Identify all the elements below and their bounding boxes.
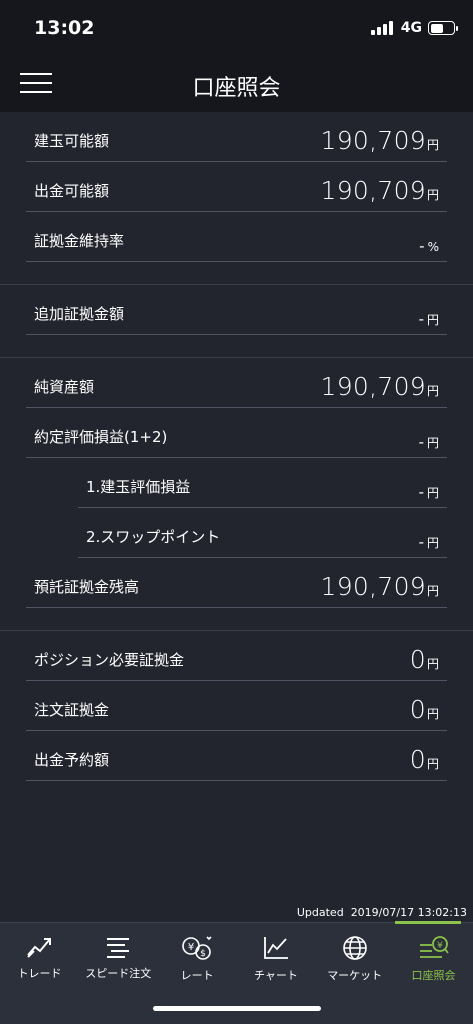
data-row: 建玉可能額 190,709 円: [26, 112, 447, 162]
account-icon: ¥: [418, 936, 450, 965]
home-indicator: [153, 1006, 321, 1011]
value-number: 0: [409, 645, 426, 674]
value-unit: 円: [426, 707, 439, 721]
value-unit: %: [427, 240, 439, 254]
data-row: 出金可能額 190,709 円: [26, 162, 447, 212]
tab-market[interactable]: マーケット: [315, 923, 394, 993]
data-row: 預託証拠金残高 190,709 円: [26, 558, 447, 608]
row-value: 190,709 円: [321, 372, 440, 401]
value-unit: 円: [426, 138, 439, 152]
tab-rate[interactable]: ¥ $ レート: [158, 923, 237, 993]
section: 建玉可能額 190,709 円出金可能額 190,709 円証拠金維持率 -%: [0, 112, 473, 284]
row-label: 1.建玉評価損益: [86, 478, 191, 496]
row-label: 約定評価損益(1+2): [34, 428, 168, 446]
row-label: ポジション必要証拠金: [34, 651, 185, 669]
section: 追加証拠金額 - 円: [0, 285, 473, 357]
signal-icon: [370, 21, 395, 35]
rate-icon: ¥ $: [181, 936, 213, 965]
row-label: 2.スワップポイント: [86, 528, 221, 546]
row-value: -%: [419, 237, 439, 255]
svg-text:¥: ¥: [437, 941, 443, 951]
status-bar: 13:02 4G: [0, 0, 473, 56]
value-unit: 円: [426, 757, 439, 771]
nav-bar: 口座照会: [0, 56, 473, 112]
tab-chart[interactable]: チャート: [236, 923, 315, 993]
row-label: 預託証拠金残高: [34, 578, 140, 596]
row-value: 190,709 円: [321, 126, 440, 155]
data-row: 約定評価損益(1+2) - 円: [26, 408, 447, 458]
row-label: 証拠金維持率: [34, 232, 125, 250]
row-value: 0円: [410, 645, 439, 674]
page-title: 口座照会: [192, 76, 281, 101]
svg-text:$: $: [200, 949, 206, 959]
value-unit: 円: [426, 188, 439, 202]
tab-label: マーケット: [327, 969, 383, 982]
value-number: -: [418, 433, 424, 451]
value-number: -: [419, 237, 425, 255]
data-row: 追加証拠金額 - 円: [26, 285, 447, 335]
row-value: 190,709 円: [321, 572, 440, 601]
status-indicators: 4G: [370, 20, 458, 36]
row-label: 建玉可能額: [34, 132, 110, 150]
value-number: 190,709: [320, 176, 426, 205]
row-label: 注文証拠金: [34, 701, 110, 719]
value-unit: 円: [426, 536, 439, 550]
tab-label: トレード: [17, 967, 62, 980]
network-type: 4G: [400, 20, 422, 36]
tab-label: スピード注文: [85, 967, 152, 980]
value-number: -: [418, 483, 424, 501]
value-number: -: [418, 310, 424, 328]
globe-icon: [342, 936, 368, 965]
value-number: 0: [409, 695, 426, 724]
section: ポジション必要証拠金 0 円注文証拠金 0 円出金予約額 0 円: [0, 631, 473, 803]
account-summary: 建玉可能額 190,709 円出金可能額 190,709 円証拠金維持率 -% 追加証拠金額…: [0, 112, 473, 803]
data-row: 純資産額 190,709 円: [26, 358, 447, 408]
data-row: 2.スワップポイント - 円: [78, 508, 447, 558]
tab-label: チャート: [253, 969, 298, 982]
updated-timestamp: Updated 2019/07/17 13:02:13: [296, 906, 467, 919]
row-value: -円: [419, 310, 439, 328]
tab-label: 口座照会: [411, 969, 456, 982]
row-label: 出金予約額: [34, 751, 110, 769]
value-number: 190,709: [320, 572, 426, 601]
value-number: -: [418, 533, 424, 551]
data-row: ポジション必要証拠金 0 円: [26, 631, 447, 681]
data-row: 証拠金維持率 -%: [26, 212, 447, 262]
status-time: 13:02: [34, 17, 95, 39]
row-value: 0円: [410, 745, 439, 774]
row-value: 0円: [410, 695, 439, 724]
value-unit: 円: [426, 657, 439, 671]
row-value: -円: [419, 433, 439, 451]
row-label: 純資産額: [34, 378, 95, 396]
data-row: 1.建玉評価損益 - 円: [78, 458, 447, 508]
trade-icon: [26, 938, 54, 963]
row-value: -円: [419, 483, 439, 501]
tab-account[interactable]: ¥ 口座照会: [394, 923, 473, 993]
data-row: 出金予約額 0 円: [26, 731, 447, 781]
row-value: 190,709 円: [321, 176, 440, 205]
tab-trade[interactable]: トレード: [0, 923, 79, 993]
speed-order-icon: [103, 938, 133, 963]
value-unit: 円: [426, 436, 439, 450]
value-unit: 円: [426, 486, 439, 500]
row-value: -円: [419, 533, 439, 551]
chart-icon: [262, 937, 290, 965]
row-label: 出金可能額: [34, 182, 110, 200]
value-number: 190,709: [320, 126, 426, 155]
tab-label: レート: [180, 969, 214, 982]
svg-text:¥: ¥: [188, 942, 194, 953]
section: 純資産額 190,709 円約定評価損益(1+2) - 円 1.建玉評価損益 - 円 2.スワッ…: [0, 358, 473, 630]
value-unit: 円: [426, 384, 439, 398]
row-label: 追加証拠金額: [34, 305, 125, 323]
value-number: 190,709: [320, 372, 426, 401]
value-unit: 円: [426, 584, 439, 598]
data-row: 注文証拠金 0 円: [26, 681, 447, 731]
value-number: 0: [409, 745, 426, 774]
tab-speed[interactable]: スピード注文: [79, 923, 158, 993]
value-unit: 円: [426, 313, 439, 327]
battery-icon: [428, 21, 458, 35]
